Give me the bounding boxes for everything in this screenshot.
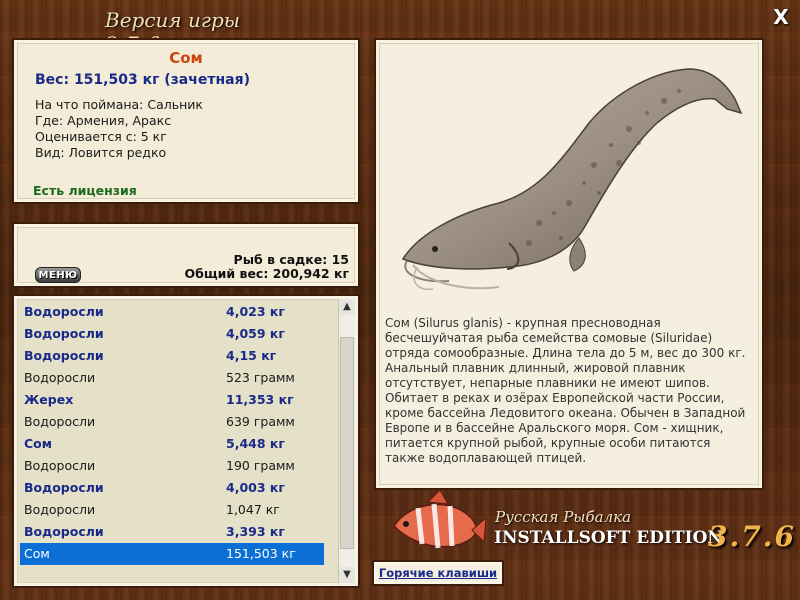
fish-detail-panel: Сом (Silurus glanis) - крупная пресновод… (376, 40, 762, 488)
catch-name: Водоросли (24, 524, 104, 539)
catch-name: Жерех (24, 392, 74, 407)
catch-name: Водоросли (24, 414, 96, 429)
list-item[interactable]: Водоросли 190 грамм (20, 455, 324, 477)
catch-weight: 4,059 кг (226, 326, 285, 341)
fish-description: Сом (Silurus glanis) - крупная пресновод… (385, 316, 746, 465)
catch-name: Сом (24, 436, 52, 451)
fish-count: Рыб в садке: 15 (233, 252, 349, 267)
catch-weight: 11,353 кг (226, 392, 294, 407)
list-item[interactable]: Жерех 11,353 кг (20, 389, 324, 411)
menu-button[interactable]: МЕНЮ (35, 267, 81, 283)
catch-name: Водоросли (24, 326, 104, 341)
catch-weight: 151,503 кг (226, 546, 296, 561)
catch-name: Водоросли (24, 458, 96, 473)
catch-weight: 3,393 кг (226, 524, 285, 539)
total-weight: Общий вес: 200,942 кг (184, 266, 350, 281)
fish-info-panel: Сом Вес: 151,503 кг (зачетная) На что по… (14, 40, 358, 202)
list-item[interactable]: Водоросли 4,023 кг (20, 301, 324, 323)
catfish-image (401, 68, 743, 291)
catch-weight: 1,047 кг (226, 502, 280, 517)
catch-weight: 4,023 кг (226, 304, 285, 319)
list-item[interactable]: Водоросли 4,15 кг (20, 345, 324, 367)
list-item[interactable]: Водоросли 523 грамм (20, 367, 324, 389)
logo-fish-icon (393, 490, 487, 549)
license-status: Есть лицензия (33, 183, 137, 198)
catch-weight: 639 грамм (226, 414, 295, 429)
catch-name: Водоросли (24, 480, 104, 495)
list-item[interactable]: Водоросли 3,393 кг (20, 521, 324, 543)
catch-list-panel: Водоросли 4,023 кг Водоросли 4,059 кг Водоро… (14, 296, 358, 586)
list-item[interactable]: Сом 5,448 кг (20, 433, 324, 455)
fish-name: Сом (169, 49, 203, 67)
list-item[interactable]: Водоросли 4,003 кг (20, 477, 324, 499)
catch-name: Водоросли (24, 502, 96, 517)
catch-weight: 4,003 кг (226, 480, 285, 495)
scrollbar[interactable]: ▲ ▼ (338, 299, 355, 583)
catch-weight: 523 грамм (226, 370, 295, 385)
title-prefix: Версия игры (105, 8, 241, 32)
list-item[interactable]: Сом 151,503 кг (20, 543, 324, 565)
keepnet-stats-panel: МЕНЮ Рыб в садке: 15 Общий вес: 200,942 … (14, 224, 358, 286)
catch-name: Водоросли (24, 304, 104, 319)
brand-line1: Русская Рыбалка (495, 508, 632, 526)
scroll-thumb[interactable] (340, 337, 354, 549)
close-icon[interactable]: X (770, 6, 792, 28)
catch-list[interactable]: Водоросли 4,023 кг Водоросли 4,059 кг Водоро… (20, 301, 324, 565)
window-title: Версия игры 3.7.6 (105, 8, 285, 56)
brand-line2: INSTALLSOFT EDITION (494, 528, 723, 548)
list-item[interactable]: Водоросли 1,047 кг (20, 499, 324, 521)
fish-weight: Вес: 151,503 кг (зачетная) (35, 72, 250, 88)
list-item[interactable]: Водоросли 4,059 кг (20, 323, 324, 345)
valued-from: Оценивается с: 5 кг (35, 129, 167, 144)
keepnet-stats: Рыб в садке: 15 Общий вес: 200,942 кг (185, 253, 350, 281)
fish-kind: Вид: Ловится редко (35, 145, 167, 160)
brand-version: 3.7.6 (708, 520, 796, 553)
location: Где: Армения, Аракс (35, 113, 172, 128)
catch-weight: 4,15 кг (226, 348, 277, 363)
list-item[interactable]: Водоросли 639 грамм (20, 411, 324, 433)
catch-weight: 190 грамм (226, 458, 295, 473)
catch-weight: 5,448 кг (226, 436, 285, 451)
catch-name: Водоросли (24, 370, 96, 385)
caught-on: На что поймана: Сальник (35, 97, 203, 112)
hotkeys-link[interactable]: Горячие клавиши (374, 562, 502, 584)
catch-name: Водоросли (24, 348, 104, 363)
catch-name: Сом (24, 546, 50, 561)
scroll-up-icon[interactable]: ▲ (339, 299, 355, 315)
scroll-down-icon[interactable]: ▼ (339, 567, 355, 583)
